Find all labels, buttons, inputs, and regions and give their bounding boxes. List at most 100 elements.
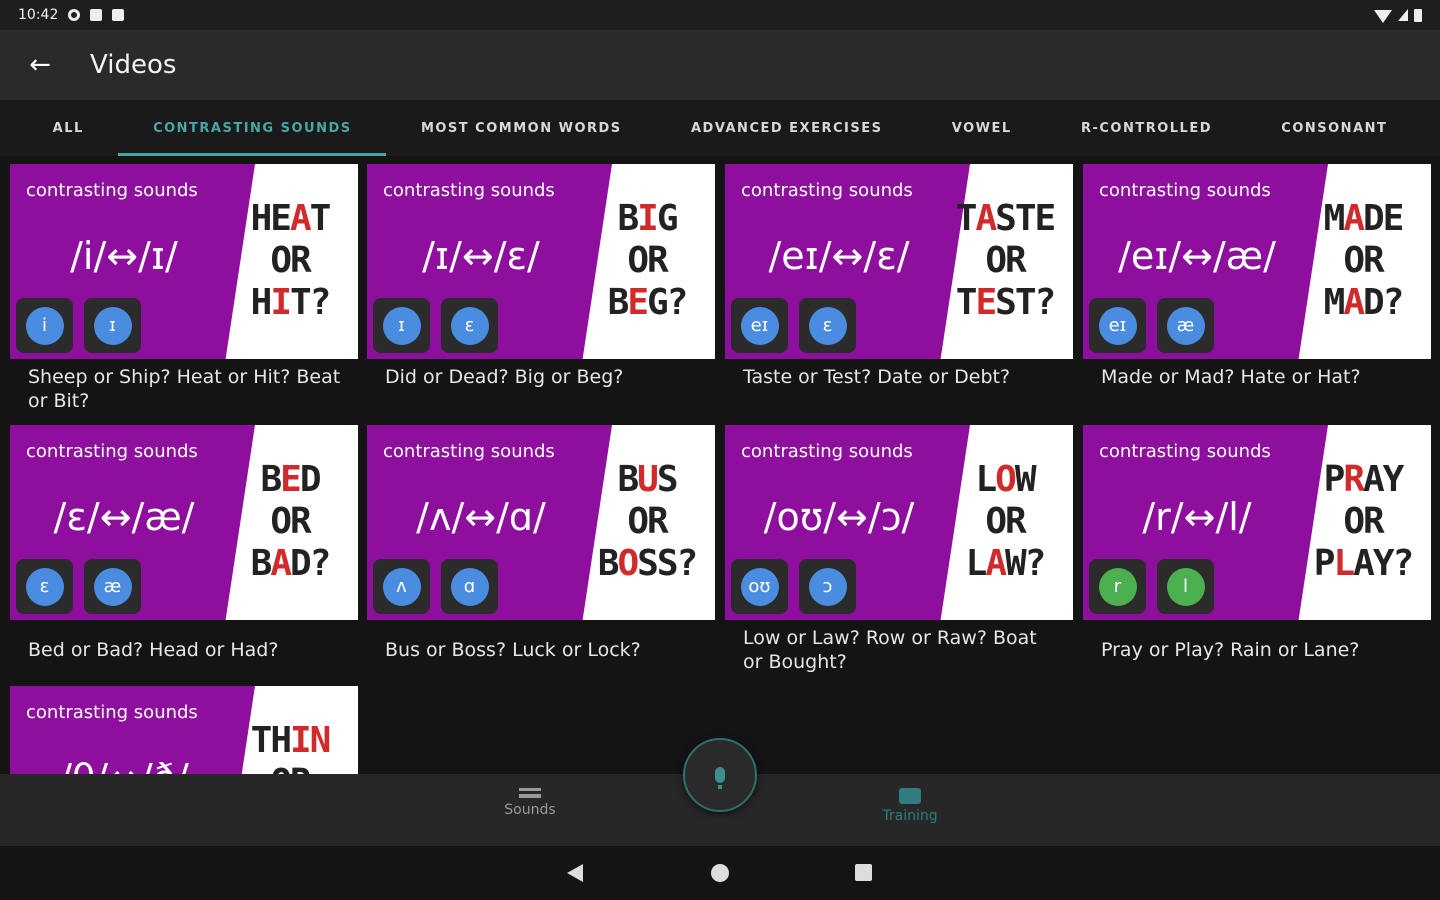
phoneme-symbol-button[interactable]: eɪ (731, 298, 788, 353)
phoneme-pair: /ʌ/↔/ɑ/ (416, 495, 546, 539)
phoneme-symbol: ɛ (25, 567, 64, 606)
phoneme-symbol-button[interactable]: æ (84, 559, 141, 614)
word-part: L (975, 459, 997, 500)
tab-most-common-words[interactable]: MOST COMMON WORDS (386, 100, 656, 156)
microphone-button[interactable] (683, 738, 757, 812)
phoneme-symbol-button[interactable]: ɪ (84, 298, 141, 353)
video-caption: Bus or Boss? Luck or Lock? (385, 639, 641, 661)
video-card[interactable]: contrasting sounds /ɛ/↔/æ/ ɛ æ BED OR BA… (10, 425, 358, 662)
word-part: M (1323, 198, 1346, 239)
thumbnail-tag: contrasting sounds (1099, 441, 1271, 462)
word-part: AY (1363, 459, 1404, 500)
word-highlight: E (975, 282, 997, 323)
word-part: B (250, 543, 273, 584)
thumbnail-tag: contrasting sounds (383, 180, 555, 201)
video-card[interactable]: contrasting sounds /ʌ/↔/ɑ/ ʌ ɑ BUS OR BO… (367, 425, 715, 662)
system-home-icon[interactable] (711, 864, 729, 882)
phoneme-symbol-button[interactable]: ɛ (16, 559, 73, 614)
thumbnail-tag: contrasting sounds (1099, 180, 1271, 201)
video-thumbnail: contrasting sounds /θ/↔/ð/ THIN OR (10, 686, 358, 774)
video-thumbnail: contrasting sounds /eɪ/↔/æ/ eɪ æ MADE OR… (1083, 164, 1431, 359)
word-highlight: A (270, 543, 292, 584)
word-highlight: I (270, 282, 292, 323)
tab-contrasting-sounds[interactable]: CONTRASTING SOUNDS (118, 100, 387, 156)
word-pair: MADE OR MAD? (1303, 198, 1423, 324)
video-caption: Sheep or Ship? Heat or Hit? Beat or Bit? (28, 366, 341, 412)
video-card[interactable]: contrasting sounds /θ/↔/ð/ THIN OR (10, 686, 358, 774)
system-back-icon[interactable] (567, 864, 583, 882)
word-part: P (1313, 543, 1336, 584)
system-recents-icon[interactable] (855, 864, 872, 881)
phoneme-pair: /eɪ/↔/æ/ (1118, 234, 1276, 278)
word-part: W? (1005, 543, 1046, 584)
phoneme-pair: /r/↔/l/ (1142, 495, 1252, 539)
word-highlight: O (617, 543, 639, 584)
word-part: P (1323, 459, 1346, 500)
nav-training[interactable]: Training (850, 788, 970, 824)
phoneme-symbol: ɑ (450, 567, 489, 606)
nav-sounds-label: Sounds (504, 802, 556, 818)
phoneme-symbol: eɪ (1098, 306, 1137, 345)
nav-sounds[interactable]: Sounds (470, 788, 590, 818)
thumbnail-tag: contrasting sounds (741, 441, 913, 462)
phoneme-symbol-button[interactable]: ʌ (373, 559, 430, 614)
video-card[interactable]: contrasting sounds /eɪ/↔/æ/ eɪ æ MADE OR… (1083, 164, 1431, 389)
tab-consonant[interactable]: CONSONANT (1247, 100, 1422, 156)
tab-all[interactable]: ALL (18, 100, 118, 156)
thumbnail-tag: contrasting sounds (741, 180, 913, 201)
phoneme-symbol-button[interactable]: eɪ (1089, 298, 1146, 353)
word-highlight: O (995, 459, 1017, 500)
app-bar: ← Videos (0, 30, 1440, 100)
phoneme-symbol: ʌ (382, 567, 421, 606)
phoneme-symbol: ɛ (450, 306, 489, 345)
word-part: B (617, 198, 639, 239)
phoneme-symbol-button[interactable]: r (1089, 559, 1146, 614)
thumbnail-tag: contrasting sounds (383, 441, 555, 462)
word-or: OR (627, 501, 668, 542)
word-highlight: IN (290, 720, 331, 761)
tab-advanced-exercises[interactable]: ADVANCED EXERCISES (656, 100, 917, 156)
video-thumbnail: contrasting sounds /ɪ/↔/ɛ/ ɪ ɛ BIG OR BE… (367, 164, 715, 359)
phoneme-symbol: eɪ (740, 306, 779, 345)
word-part: B (617, 459, 639, 500)
page-title: Videos (90, 50, 177, 80)
video-card[interactable]: contrasting sounds /r/↔/l/ r l PRAY OR P… (1083, 425, 1431, 662)
phoneme-symbol-button[interactable]: ɛ (441, 298, 498, 353)
word-highlight: A (985, 543, 1007, 584)
word-part: D? (290, 543, 331, 584)
phoneme-symbol-button[interactable]: ɛ (799, 298, 856, 353)
tab-r-controlled[interactable]: R-CONTROLLED (1046, 100, 1246, 156)
notification-icon (90, 9, 103, 21)
phoneme-pair: /i/↔/ɪ/ (70, 234, 178, 278)
video-card[interactable]: contrasting sounds /ɪ/↔/ɛ/ ɪ ɛ BIG OR BE… (367, 164, 715, 389)
video-caption: Pray or Play? Rain or Lane? (1101, 639, 1360, 661)
word-highlight: L (1333, 543, 1355, 584)
status-right (1374, 8, 1422, 23)
list-icon (519, 788, 541, 798)
video-card[interactable]: contrasting sounds /i/↔/ɪ/ i ɪ HEAT OR H… (10, 164, 358, 413)
phoneme-pair: /ɛ/↔/æ/ (53, 495, 195, 539)
word-or: OR (1343, 240, 1384, 281)
phoneme-symbol-button[interactable]: æ (1157, 298, 1214, 353)
word-part: DE (1363, 198, 1404, 239)
word-highlight: I (637, 198, 659, 239)
video-card[interactable]: contrasting sounds /eɪ/↔/ɛ/ eɪ ɛ TASTE O… (725, 164, 1073, 389)
phoneme-symbol-button[interactable]: oʊ (731, 559, 788, 614)
video-caption: Did or Dead? Big or Beg? (385, 366, 624, 388)
word-or: OR (1343, 501, 1384, 542)
video-caption: Low or Law? Row or Raw? Boat or Bought? (743, 627, 1037, 673)
battery-icon (1414, 8, 1422, 22)
phoneme-symbol: ɪ (93, 306, 132, 345)
phoneme-symbol-button[interactable]: ɑ (441, 559, 498, 614)
phoneme-symbol-button[interactable]: i (16, 298, 73, 353)
chat-icon (899, 788, 921, 804)
video-card[interactable]: contrasting sounds /oʊ/↔/ɔ/ oʊ ɔ LOW OR … (725, 425, 1073, 674)
phoneme-symbol-button[interactable]: ɔ (799, 559, 856, 614)
back-button[interactable]: ← (0, 30, 80, 100)
word-pair: BIG OR BEG? (587, 198, 707, 324)
tab-vowel[interactable]: VOWEL (917, 100, 1046, 156)
phoneme-symbol-button[interactable]: ɪ (373, 298, 430, 353)
phoneme-symbol-button[interactable]: l (1157, 559, 1214, 614)
status-time: 10:42 (18, 7, 59, 23)
status-bar: 10:42 (0, 0, 1440, 30)
